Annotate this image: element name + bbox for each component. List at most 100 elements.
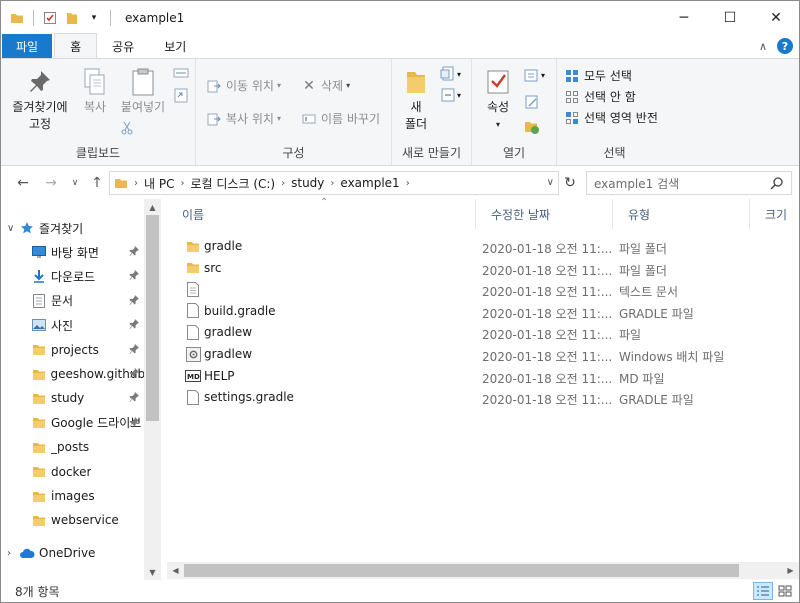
move-to-button[interactable]: 이동 위치 ▾ [206, 77, 281, 94]
folder-icon [185, 238, 201, 254]
column-size[interactable]: 크기 [750, 199, 800, 229]
paste-shortcut-icon[interactable] [174, 87, 188, 106]
forward-button[interactable]: → [41, 173, 61, 193]
scroll-left-icon[interactable]: ◀ [167, 562, 184, 579]
sidebar-item[interactable]: _posts [1, 435, 144, 459]
breadcrumb-this-pc[interactable]: 내 PC [144, 175, 174, 192]
properties-icon[interactable] [42, 10, 58, 26]
file-icon [185, 303, 201, 319]
recent-locations-button[interactable]: ∨ [65, 173, 85, 193]
table-row[interactable]: gradlew 2020-01-18 오전 11:... 파일 [167, 321, 799, 343]
breadcrumb-example1[interactable]: example1 [340, 176, 399, 190]
sidebar-item[interactable]: images [1, 484, 144, 508]
column-type[interactable]: 유형 [613, 199, 750, 229]
edit-icon[interactable] [524, 94, 540, 113]
select-all-button[interactable]: 모두 선택 [564, 67, 632, 84]
sidebar-item[interactable]: projects [1, 338, 144, 362]
search-input[interactable]: example1 검색 [586, 171, 792, 195]
column-date[interactable]: 수정한 날짜 [476, 199, 613, 229]
sidebar-item[interactable]: docker [1, 460, 144, 484]
column-name[interactable]: 이름 [167, 199, 476, 229]
pin-to-quick-access-button[interactable]: 즐겨찾기에 고정 [7, 65, 73, 133]
nav-quick-access[interactable]: ∨ 즐겨찾기 [1, 216, 144, 240]
file-date: 2020-01-18 오전 11:... [482, 242, 613, 256]
table-row[interactable]: build.gradle 2020-01-18 오전 11:... GRADLE 파… [167, 300, 799, 322]
breadcrumb-local-disk[interactable]: 로컬 디스크 (C:) [190, 175, 275, 192]
table-row[interactable]: src 2020-01-18 오전 11:... 파일 폴더 [167, 257, 799, 279]
invert-selection-label: 선택 영역 반전 [584, 111, 658, 125]
scroll-up-icon[interactable]: ▲ [144, 199, 161, 215]
table-row[interactable]: gradlew 2020-01-18 오전 11:... Windows 배치 파일 [167, 343, 799, 365]
up-button[interactable]: ↑ [87, 173, 107, 193]
chevron-right-icon[interactable]: › [406, 178, 410, 189]
paste-button[interactable]: 붙여넣기 [117, 65, 169, 116]
tab-home[interactable]: 홈 [54, 33, 98, 58]
table-row[interactable]: 2020-01-18 오전 11:... 텍스트 문서 [167, 278, 799, 300]
open-icon[interactable]: ▾ [524, 67, 545, 83]
sidebar-item-label: docker [51, 464, 92, 479]
new-folder-icon[interactable] [64, 10, 80, 26]
sidebar-item-label: webservice [51, 513, 119, 528]
file-name-cell: settings.gradle [185, 389, 294, 405]
nav-onedrive[interactable]: › OneDrive [1, 541, 144, 565]
table-row[interactable]: settings.gradle 2020-01-18 오전 11:... GRADL… [167, 386, 799, 408]
back-button[interactable]: ← [13, 173, 33, 193]
delete-button[interactable]: ✕ 삭제 ▾ [301, 77, 350, 94]
maximize-button[interactable]: ☐ [707, 1, 753, 34]
document-icon [31, 293, 47, 309]
nav-scrollbar[interactable]: ▲ ▼ [144, 199, 161, 580]
customize-dropdown-icon[interactable]: ▾ [86, 10, 102, 26]
breadcrumb-study[interactable]: study [291, 176, 324, 190]
tab-share[interactable]: 공유 [97, 34, 149, 58]
chevron-right-icon[interactable]: › [134, 178, 138, 189]
nav-scroll-thumb[interactable] [146, 215, 159, 421]
invert-selection-button[interactable]: 선택 영역 반전 [564, 109, 658, 126]
history-icon[interactable] [524, 119, 540, 138]
hscroll-thumb[interactable] [184, 564, 739, 577]
details-view-button[interactable] [753, 582, 773, 600]
sidebar-item[interactable]: 문서 [1, 289, 144, 313]
delete-label: 삭제 [321, 79, 344, 93]
help-icon[interactable]: ? [777, 38, 793, 54]
new-folder-button[interactable]: 새 폴더 [398, 65, 434, 133]
sidebar-item[interactable]: webservice [1, 508, 144, 532]
scroll-down-icon[interactable]: ▼ [144, 564, 161, 580]
copy-button[interactable]: 복사 [77, 65, 113, 116]
sidebar-item[interactable]: 사진 [1, 313, 144, 337]
tab-file[interactable]: 파일 [2, 34, 53, 58]
address-dropdown-icon[interactable]: ∨ [547, 177, 554, 188]
chevron-right-icon[interactable]: › [180, 178, 184, 189]
copy-path-icon[interactable] [173, 67, 189, 82]
svg-text:MD: MD [187, 373, 200, 381]
sidebar-item[interactable]: Google 드라이브 [1, 411, 144, 435]
close-button[interactable]: ✕ [753, 1, 799, 34]
refresh-button[interactable]: ↻ [560, 171, 580, 195]
chevron-right-icon[interactable]: › [281, 178, 285, 189]
address-bar[interactable]: › 내 PC › 로컬 디스크 (C:) › study › example1 … [109, 171, 559, 195]
sidebar-item[interactable]: study [1, 386, 144, 410]
sidebar-item[interactable]: geeshow.github [1, 362, 144, 386]
batch-file-icon [185, 346, 201, 362]
new-item-icon[interactable]: ▾ [440, 66, 461, 82]
minimize-button[interactable]: ─ [661, 1, 707, 34]
select-none-button[interactable]: 선택 안 함 [564, 88, 636, 105]
tab-view[interactable]: 보기 [149, 34, 201, 58]
table-row[interactable]: gradle 2020-01-18 오전 11:... 파일 폴더 [167, 235, 799, 257]
large-icons-view-button[interactable] [775, 582, 795, 600]
sidebar-item[interactable]: 바탕 화면 [1, 240, 144, 264]
ribbon-collapse-icon[interactable]: ∧ [759, 40, 767, 53]
scissors-icon[interactable] [120, 121, 134, 138]
chevron-collapsed-icon[interactable]: › [7, 548, 19, 559]
rename-button[interactable]: 이름 바꾸기 [301, 110, 380, 127]
file-name: gradlew [204, 347, 253, 361]
scroll-right-icon[interactable]: ▶ [782, 562, 799, 579]
easy-access-icon[interactable]: ▾ [440, 87, 461, 103]
chevron-right-icon[interactable]: › [330, 178, 334, 189]
table-row[interactable]: MD HELP 2020-01-18 오전 11:... MD 파일 [167, 365, 799, 387]
sidebar-item[interactable]: 다운로드 [1, 264, 144, 288]
chevron-expanded-icon[interactable]: ∨ [7, 223, 19, 234]
properties-button[interactable]: 속성 ▾ [482, 65, 514, 133]
copy-to-button[interactable]: 복사 위치 ▾ [206, 110, 281, 127]
file-date: 2020-01-18 오전 11:... [482, 350, 613, 364]
file-list-hscrollbar[interactable]: ◀ ▶ [167, 562, 799, 579]
